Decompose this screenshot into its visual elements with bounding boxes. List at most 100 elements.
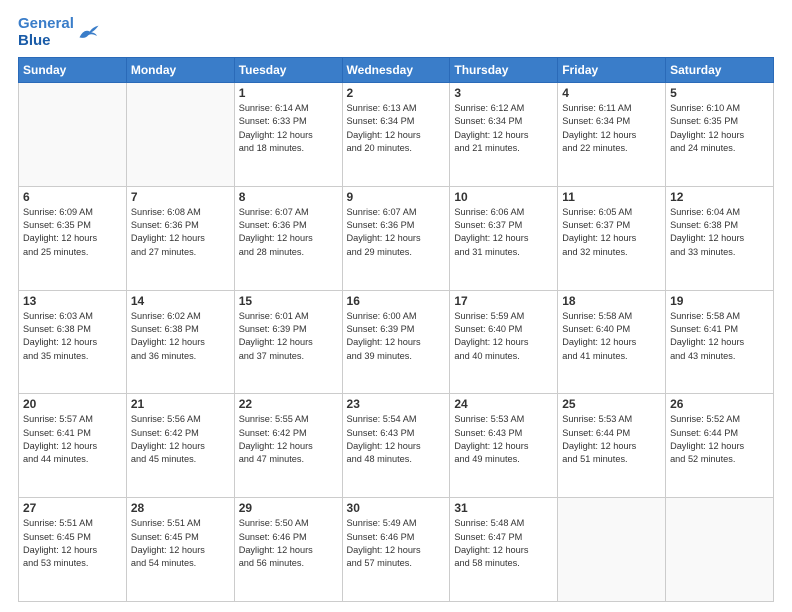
calendar-cell [19, 83, 127, 187]
day-number: 30 [347, 501, 446, 515]
day-number: 5 [670, 86, 769, 100]
calendar-cell: 26Sunrise: 5:52 AM Sunset: 6:44 PM Dayli… [666, 394, 774, 498]
day-info: Sunrise: 5:51 AM Sunset: 6:45 PM Dayligh… [23, 517, 122, 570]
calendar-cell: 13Sunrise: 6:03 AM Sunset: 6:38 PM Dayli… [19, 290, 127, 394]
calendar-cell: 9 Sunrise: 6:07 AM Sunset: 6:36 PM Daylig… [342, 186, 450, 290]
calendar-cell: 20Sunrise: 5:57 AM Sunset: 6:41 PM Dayli… [19, 394, 127, 498]
calendar-cell: 25 Sunrise: 5:53 AM Sunset: 6:44 PM Dayli… [558, 394, 666, 498]
day-number: 9 [347, 190, 446, 204]
calendar-cell: 16Sunrise: 6:00 AM Sunset: 6:39 PM Dayli… [342, 290, 450, 394]
calendar-cell: 23 Sunrise: 5:54 AM Sunset: 6:43 PM Dayli… [342, 394, 450, 498]
day-info: Sunrise: 6:03 AM Sunset: 6:38 PM Dayligh… [23, 310, 122, 363]
day-info: Sunrise: 5:53 AM Sunset: 6:44 PM Dayligh… [562, 413, 661, 466]
day-info: Sunrise: 5:49 AM Sunset: 6:46 PM Dayligh… [347, 517, 446, 570]
day-info: Sunrise: 6:06 AM Sunset: 6:37 PM Dayligh… [454, 206, 553, 259]
calendar-cell: 30 Sunrise: 5:49 AM Sunset: 6:46 PM Dayli… [342, 498, 450, 602]
day-number: 8 [239, 190, 338, 204]
day-info: Sunrise: 6:04 AM Sunset: 6:38 PM Dayligh… [670, 206, 769, 259]
calendar-cell: 14 Sunrise: 6:02 AM Sunset: 6:38 PM Dayli… [126, 290, 234, 394]
day-number: 22 [239, 397, 338, 411]
calendar-cell: 8 Sunrise: 6:07 AM Sunset: 6:36 PM Daylig… [234, 186, 342, 290]
calendar-cell: 29Sunrise: 5:50 AM Sunset: 6:46 PM Dayli… [234, 498, 342, 602]
calendar-cell [558, 498, 666, 602]
day-number: 7 [131, 190, 230, 204]
calendar-cell: 11 Sunrise: 6:05 AM Sunset: 6:37 PM Dayli… [558, 186, 666, 290]
day-info: Sunrise: 5:52 AM Sunset: 6:44 PM Dayligh… [670, 413, 769, 466]
calendar-cell: 17 Sunrise: 5:59 AM Sunset: 6:40 PM Dayli… [450, 290, 558, 394]
calendar-cell: 10 Sunrise: 6:06 AM Sunset: 6:37 PM Dayli… [450, 186, 558, 290]
day-number: 23 [347, 397, 446, 411]
page: General Blue SundayMondayTuesdayWednesda… [0, 0, 792, 612]
calendar-cell: 3Sunrise: 6:12 AM Sunset: 6:34 PM Daylig… [450, 83, 558, 187]
day-number: 27 [23, 501, 122, 515]
calendar-cell: 28Sunrise: 5:51 AM Sunset: 6:45 PM Dayli… [126, 498, 234, 602]
calendar-week-row: 13Sunrise: 6:03 AM Sunset: 6:38 PM Dayli… [19, 290, 774, 394]
day-number: 19 [670, 294, 769, 308]
day-number: 6 [23, 190, 122, 204]
calendar-cell: 5 Sunrise: 6:10 AM Sunset: 6:35 PM Daylig… [666, 83, 774, 187]
day-info: Sunrise: 6:13 AM Sunset: 6:34 PM Dayligh… [347, 102, 446, 155]
day-number: 17 [454, 294, 553, 308]
day-number: 18 [562, 294, 661, 308]
calendar-cell: 27 Sunrise: 5:51 AM Sunset: 6:45 PM Dayli… [19, 498, 127, 602]
day-info: Sunrise: 5:54 AM Sunset: 6:43 PM Dayligh… [347, 413, 446, 466]
day-info: Sunrise: 5:55 AM Sunset: 6:42 PM Dayligh… [239, 413, 338, 466]
day-info: Sunrise: 6:09 AM Sunset: 6:35 PM Dayligh… [23, 206, 122, 259]
calendar-week-row: 1 Sunrise: 6:14 AM Sunset: 6:33 PM Daylig… [19, 83, 774, 187]
weekday-header: Tuesday [234, 58, 342, 83]
calendar-week-row: 27 Sunrise: 5:51 AM Sunset: 6:45 PM Dayli… [19, 498, 774, 602]
calendar-week-row: 20Sunrise: 5:57 AM Sunset: 6:41 PM Dayli… [19, 394, 774, 498]
day-info: Sunrise: 5:59 AM Sunset: 6:40 PM Dayligh… [454, 310, 553, 363]
day-info: Sunrise: 6:00 AM Sunset: 6:39 PM Dayligh… [347, 310, 446, 363]
day-number: 21 [131, 397, 230, 411]
day-info: Sunrise: 6:12 AM Sunset: 6:34 PM Dayligh… [454, 102, 553, 155]
day-info: Sunrise: 6:02 AM Sunset: 6:38 PM Dayligh… [131, 310, 230, 363]
calendar-cell [666, 498, 774, 602]
day-number: 11 [562, 190, 661, 204]
day-info: Sunrise: 6:01 AM Sunset: 6:39 PM Dayligh… [239, 310, 338, 363]
weekday-header: Friday [558, 58, 666, 83]
day-info: Sunrise: 6:07 AM Sunset: 6:36 PM Dayligh… [347, 206, 446, 259]
day-info: Sunrise: 6:11 AM Sunset: 6:34 PM Dayligh… [562, 102, 661, 155]
calendar-cell [126, 83, 234, 187]
day-info: Sunrise: 5:56 AM Sunset: 6:42 PM Dayligh… [131, 413, 230, 466]
day-number: 12 [670, 190, 769, 204]
weekday-header: Wednesday [342, 58, 450, 83]
day-number: 14 [131, 294, 230, 308]
day-number: 25 [562, 397, 661, 411]
calendar-cell: 1 Sunrise: 6:14 AM Sunset: 6:33 PM Daylig… [234, 83, 342, 187]
calendar-cell: 22 Sunrise: 5:55 AM Sunset: 6:42 PM Dayli… [234, 394, 342, 498]
day-info: Sunrise: 5:58 AM Sunset: 6:41 PM Dayligh… [670, 310, 769, 363]
day-number: 1 [239, 86, 338, 100]
day-info: Sunrise: 5:48 AM Sunset: 6:47 PM Dayligh… [454, 517, 553, 570]
calendar-table: SundayMondayTuesdayWednesdayThursdayFrid… [18, 57, 774, 602]
calendar-cell: 6 Sunrise: 6:09 AM Sunset: 6:35 PM Daylig… [19, 186, 127, 290]
calendar-cell: 24Sunrise: 5:53 AM Sunset: 6:43 PM Dayli… [450, 394, 558, 498]
calendar-cell: 15 Sunrise: 6:01 AM Sunset: 6:39 PM Dayli… [234, 290, 342, 394]
weekday-header: Sunday [19, 58, 127, 83]
calendar-cell: 31 Sunrise: 5:48 AM Sunset: 6:47 PM Dayli… [450, 498, 558, 602]
day-info: Sunrise: 5:58 AM Sunset: 6:40 PM Dayligh… [562, 310, 661, 363]
weekday-header: Saturday [666, 58, 774, 83]
logo: General Blue [18, 16, 100, 49]
calendar-cell: 4 Sunrise: 6:11 AM Sunset: 6:34 PM Daylig… [558, 83, 666, 187]
header: General Blue [18, 16, 774, 49]
weekday-header: Monday [126, 58, 234, 83]
day-info: Sunrise: 6:08 AM Sunset: 6:36 PM Dayligh… [131, 206, 230, 259]
day-info: Sunrise: 6:14 AM Sunset: 6:33 PM Dayligh… [239, 102, 338, 155]
day-number: 10 [454, 190, 553, 204]
logo-bird-icon [78, 24, 100, 42]
day-info: Sunrise: 6:07 AM Sunset: 6:36 PM Dayligh… [239, 206, 338, 259]
day-number: 31 [454, 501, 553, 515]
day-info: Sunrise: 6:05 AM Sunset: 6:37 PM Dayligh… [562, 206, 661, 259]
day-number: 15 [239, 294, 338, 308]
day-number: 2 [347, 86, 446, 100]
day-info: Sunrise: 6:10 AM Sunset: 6:35 PM Dayligh… [670, 102, 769, 155]
weekday-header: Thursday [450, 58, 558, 83]
calendar-cell: 19 Sunrise: 5:58 AM Sunset: 6:41 PM Dayli… [666, 290, 774, 394]
calendar-cell: 2 Sunrise: 6:13 AM Sunset: 6:34 PM Daylig… [342, 83, 450, 187]
day-number: 4 [562, 86, 661, 100]
day-info: Sunrise: 5:50 AM Sunset: 6:46 PM Dayligh… [239, 517, 338, 570]
calendar-cell: 7 Sunrise: 6:08 AM Sunset: 6:36 PM Daylig… [126, 186, 234, 290]
day-info: Sunrise: 5:57 AM Sunset: 6:41 PM Dayligh… [23, 413, 122, 466]
